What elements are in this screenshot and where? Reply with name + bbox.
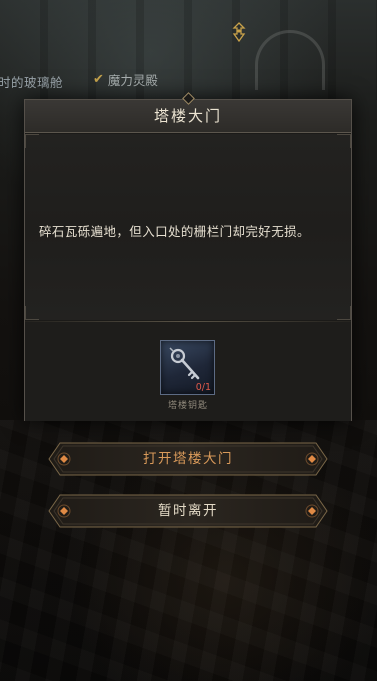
key-icon: [169, 347, 200, 380]
corner-ornament: [337, 134, 351, 148]
leave-temporarily-label: 暂时离开: [158, 503, 218, 519]
required-item-name: 塔楼钥匙: [167, 401, 208, 411]
required-item-count: 0/1: [195, 382, 211, 393]
map-marker-icon[interactable]: [231, 22, 247, 44]
location-crumb-current-label: 魔力灵殿: [107, 73, 158, 88]
dialog-body: 碎石瓦砾遍地，但入口处的栅栏门却完好无损。: [25, 134, 351, 320]
corner-ornament: [337, 306, 351, 320]
dialog-header: 塔楼大门: [25, 92, 351, 133]
corner-ornament: [25, 306, 39, 320]
event-dialog: 塔楼大门 碎石瓦砾遍地，但入口处的栅栏门却完好无损。 0/1 塔楼钥匙: [24, 92, 352, 421]
location-crumb-previous[interactable]: 时的玻璃舱: [0, 72, 63, 91]
open-tower-gate-label: 打开塔楼大门: [143, 451, 233, 467]
dialog-description: 碎石瓦砾遍地，但入口处的栅栏门却完好无损。: [39, 224, 310, 239]
leave-temporarily-button[interactable]: 暂时离开: [48, 494, 328, 528]
corner-ornament: [25, 134, 39, 148]
dialog-requirements: 0/1 塔楼钥匙: [25, 322, 351, 421]
dialog-title: 塔楼大门: [153, 107, 222, 125]
open-tower-gate-button[interactable]: 打开塔楼大门: [48, 442, 328, 476]
location-crumb-current[interactable]: ✔ 魔力灵殿: [93, 70, 158, 89]
required-item-slot[interactable]: 0/1: [160, 340, 215, 395]
check-icon: ✔: [93, 72, 104, 87]
